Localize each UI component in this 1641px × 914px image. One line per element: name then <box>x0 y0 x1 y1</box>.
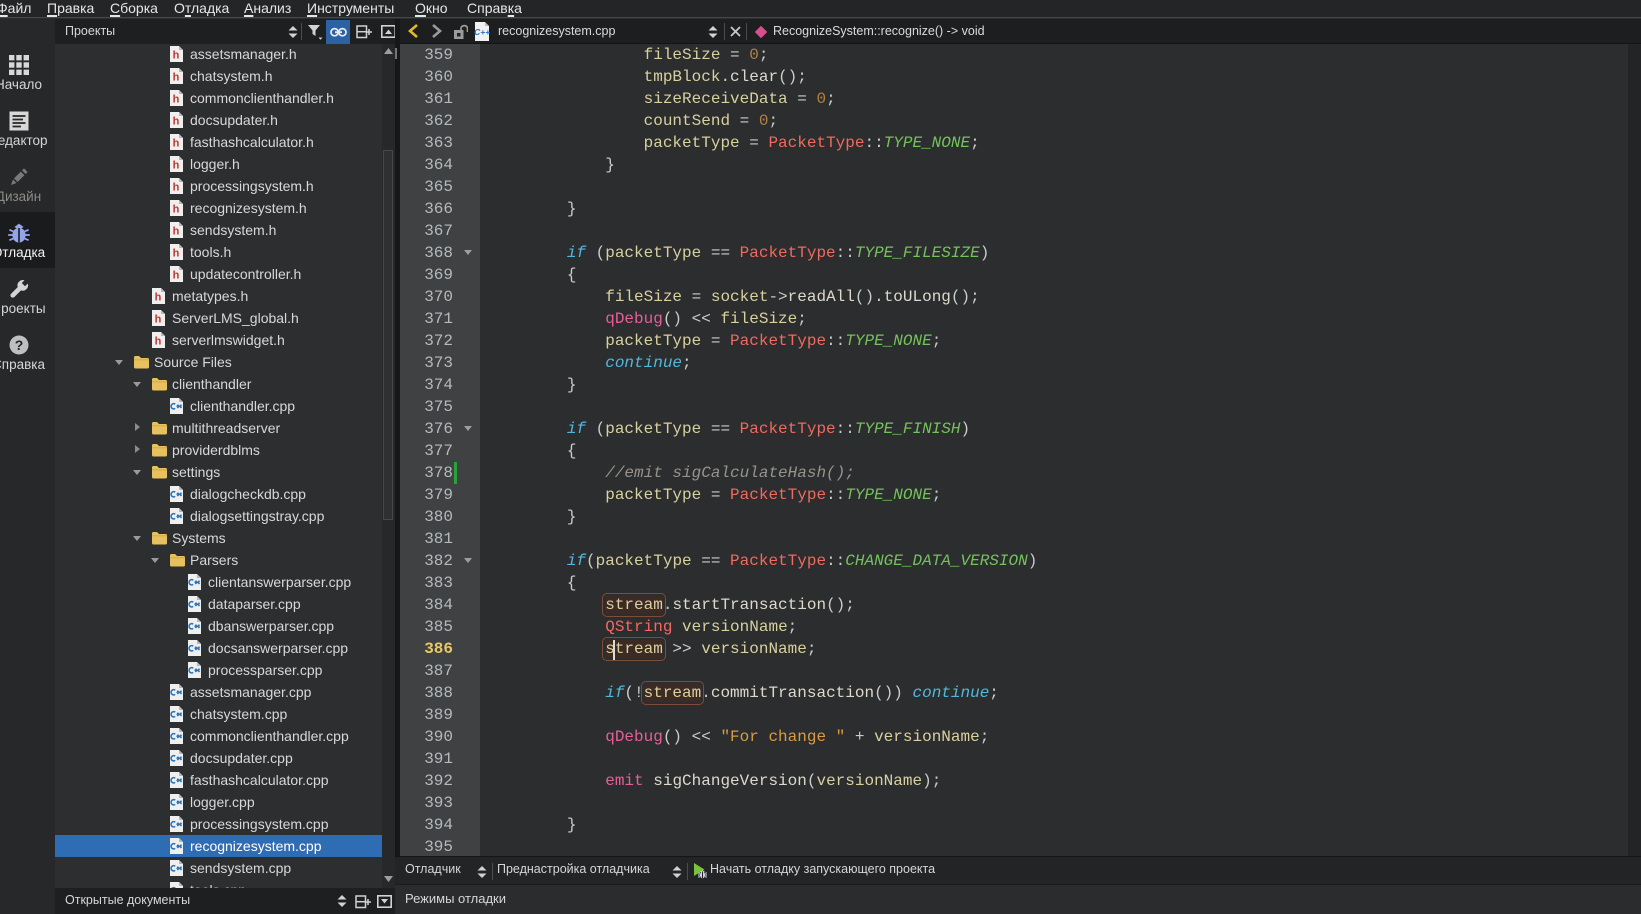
svg-text:h: h <box>155 292 162 304</box>
svg-text:h: h <box>155 314 162 326</box>
svg-text:h: h <box>173 138 180 150</box>
svg-text:C++: C++ <box>474 27 490 37</box>
svg-text:h: h <box>173 116 180 128</box>
svg-text:h: h <box>173 204 180 216</box>
svg-text:?: ? <box>15 337 24 353</box>
svg-text:h: h <box>173 72 180 84</box>
svg-text:h: h <box>173 94 180 106</box>
svg-text:h: h <box>173 248 180 260</box>
svg-text:h: h <box>173 270 180 282</box>
svg-text:h: h <box>173 226 180 238</box>
svg-text:h: h <box>155 336 162 348</box>
svg-text:h: h <box>173 182 180 194</box>
svg-text:h: h <box>173 50 180 62</box>
svg-text:h: h <box>173 160 180 172</box>
